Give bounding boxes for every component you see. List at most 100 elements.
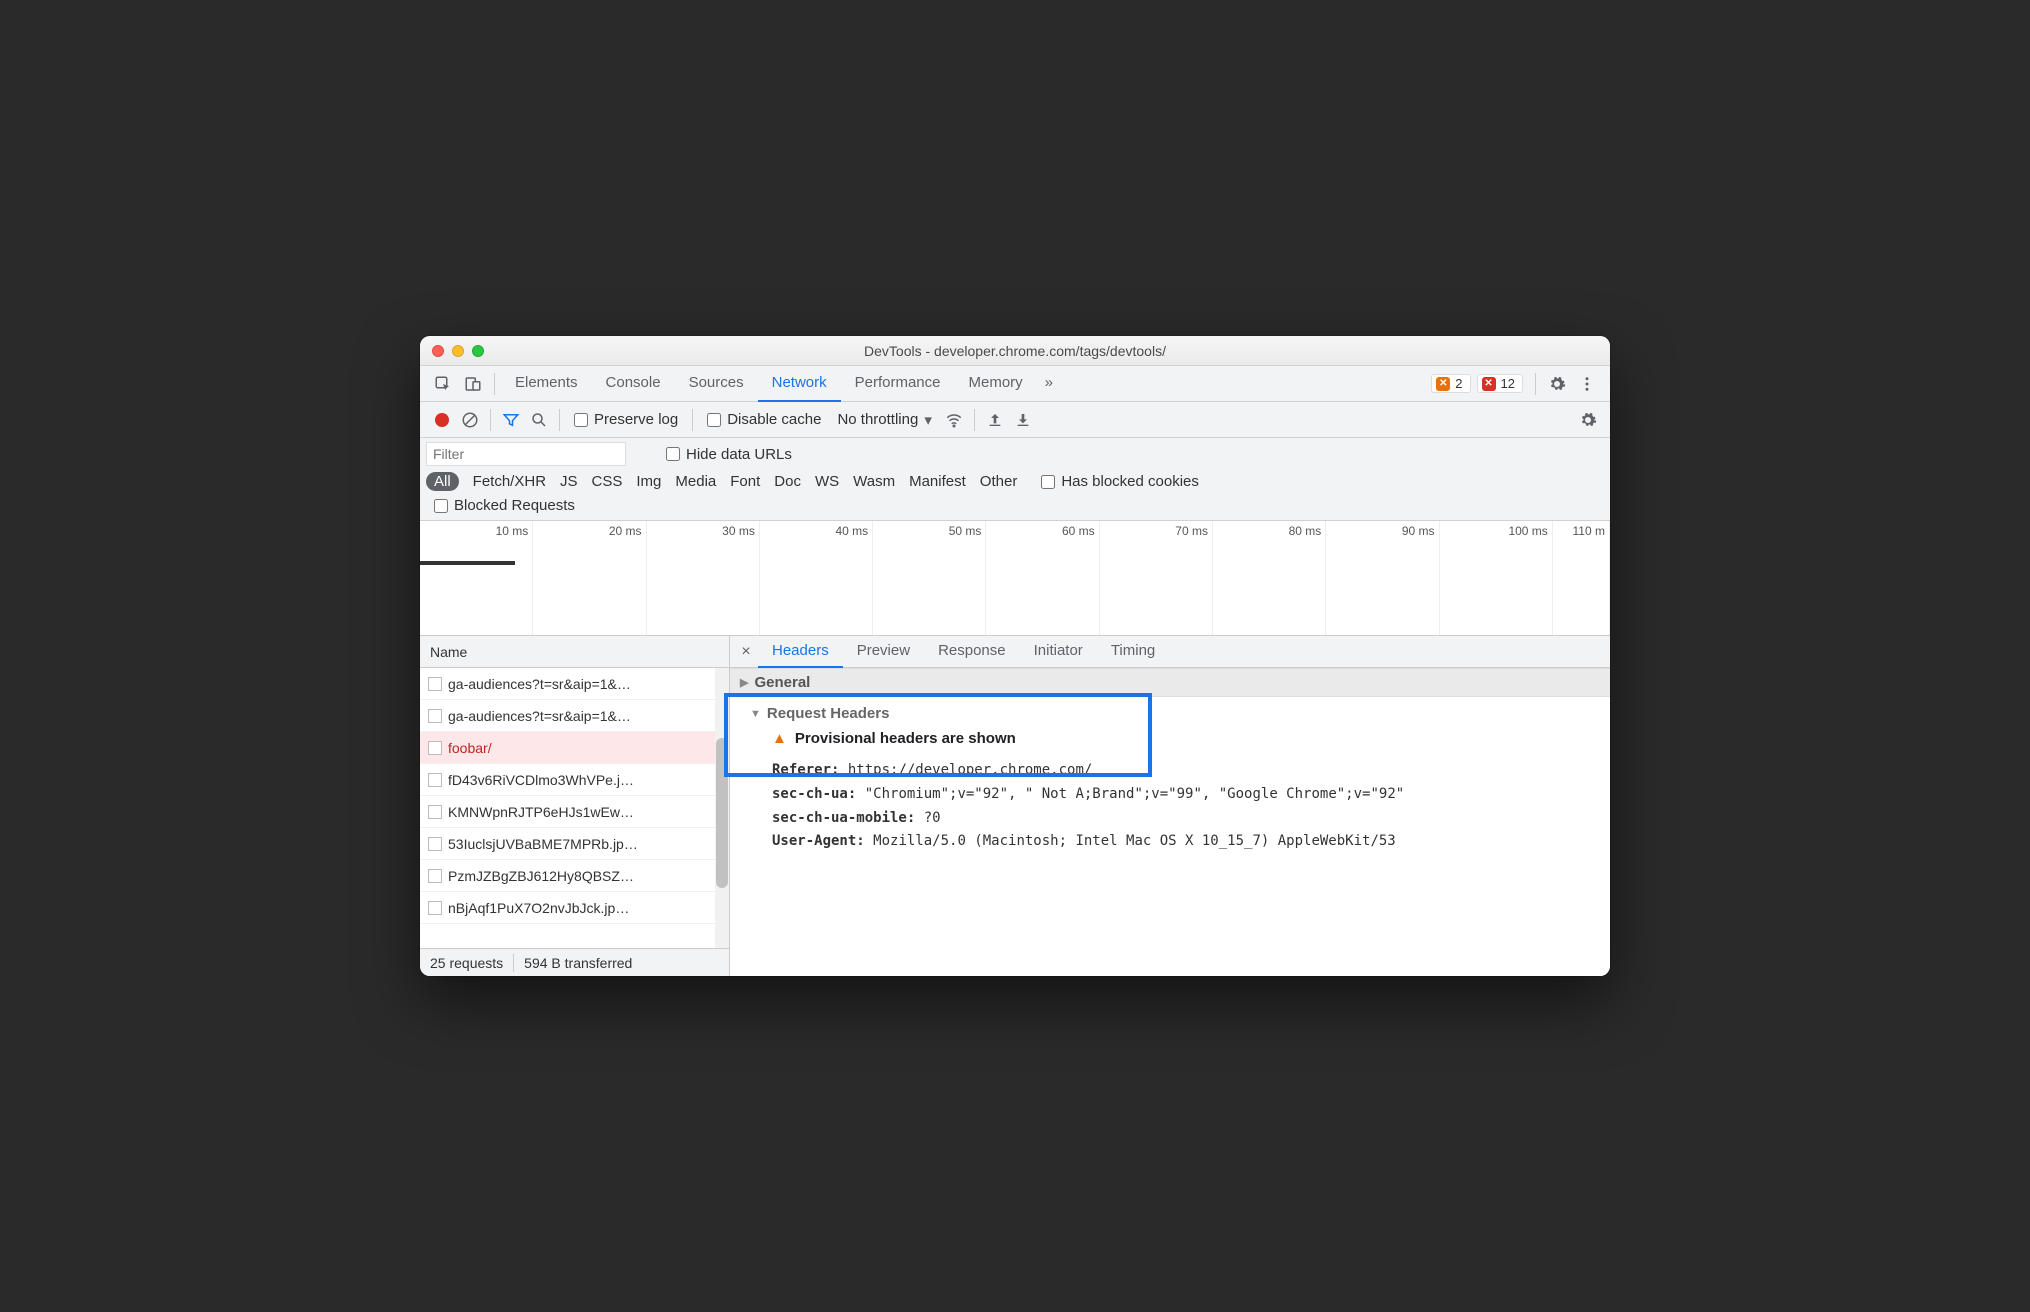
has-blocked-cookies-input[interactable] (1041, 475, 1055, 489)
record-button[interactable] (428, 406, 456, 434)
tick: 80 ms (1289, 524, 1322, 538)
table-row[interactable]: ga-audiences?t=sr&aip=1&… (420, 668, 729, 700)
details-tab-response[interactable]: Response (924, 636, 1020, 668)
preserve-log-input[interactable] (574, 413, 588, 427)
chip-css[interactable]: CSS (592, 473, 623, 490)
kebab-menu-icon[interactable] (1572, 370, 1602, 398)
chip-media[interactable]: Media (675, 473, 716, 490)
table-row[interactable]: 53IuclsjUVBaBME7MPRb.jp… (420, 828, 729, 860)
scrollbar-thumb[interactable] (716, 738, 728, 888)
tab-sources[interactable]: Sources (675, 366, 758, 402)
chip-other[interactable]: Other (980, 473, 1018, 490)
chip-wasm[interactable]: Wasm (853, 473, 895, 490)
disable-cache-label: Disable cache (727, 411, 821, 428)
chip-font[interactable]: Font (730, 473, 760, 490)
disable-cache-input[interactable] (707, 413, 721, 427)
blocked-requests-checkbox[interactable]: Blocked Requests (434, 497, 575, 514)
request-details-panel: × Headers Preview Response Initiator Tim… (730, 636, 1610, 976)
blocked-requests-label: Blocked Requests (454, 497, 575, 514)
request-name: ga-audiences?t=sr&aip=1&… (448, 676, 631, 692)
search-icon[interactable] (525, 406, 553, 434)
name-column-header[interactable]: Name (420, 636, 729, 668)
filter-input[interactable] (426, 442, 626, 466)
network-timeline[interactable]: 10 ms 20 ms 30 ms 40 ms 50 ms 60 ms 70 m… (420, 521, 1610, 636)
settings-gear-icon[interactable] (1542, 370, 1572, 398)
tick: 110 m (1572, 524, 1604, 538)
throttling-select[interactable]: No throttling ▾ (837, 411, 931, 429)
request-name: PzmJZBgZBJ612Hy8QBSZ… (448, 868, 634, 884)
details-tab-timing[interactable]: Timing (1097, 636, 1169, 668)
details-tab-preview[interactable]: Preview (843, 636, 924, 668)
filter-icon[interactable] (497, 406, 525, 434)
download-har-icon[interactable] (1009, 406, 1037, 434)
error-count: 2 (1455, 376, 1462, 391)
inspect-element-icon[interactable] (428, 370, 458, 398)
details-tab-initiator[interactable]: Initiator (1020, 636, 1097, 668)
table-row[interactable]: KMNWpnRJTP6eHJs1wEw… (420, 796, 729, 828)
tick: 60 ms (1062, 524, 1095, 538)
request-list[interactable]: ga-audiences?t=sr&aip=1&… ga-audiences?t… (420, 668, 729, 948)
error-count-badge[interactable]: ✕ 2 (1431, 374, 1470, 393)
window-titlebar: DevTools - developer.chrome.com/tags/dev… (420, 336, 1610, 366)
disable-cache-checkbox[interactable]: Disable cache (707, 411, 821, 428)
throttling-value: No throttling (837, 411, 918, 428)
tab-memory[interactable]: Memory (955, 366, 1037, 402)
table-row[interactable]: nBjAqf1PuX7O2nvJbJck.jp… (420, 892, 729, 924)
chip-all[interactable]: All (426, 472, 459, 491)
tab-performance[interactable]: Performance (841, 366, 955, 402)
request-name: 53IuclsjUVBaBME7MPRb.jp… (448, 836, 638, 852)
preserve-log-label: Preserve log (594, 411, 678, 428)
chip-img[interactable]: Img (636, 473, 661, 490)
table-row[interactable]: fD43v6RiVCDlmo3WhVPe.j… (420, 764, 729, 796)
hide-data-urls-input[interactable] (666, 447, 680, 461)
details-tab-headers[interactable]: Headers (758, 636, 843, 668)
upload-har-icon[interactable] (981, 406, 1009, 434)
chip-manifest[interactable]: Manifest (909, 473, 966, 490)
file-icon (428, 773, 442, 787)
request-name: KMNWpnRJTP6eHJs1wEw… (448, 804, 634, 820)
hide-data-urls-checkbox[interactable]: Hide data URLs (666, 446, 792, 463)
chevron-down-icon: ▾ (924, 411, 932, 429)
warning-icon: ▲ (772, 730, 787, 747)
clear-icon[interactable] (456, 406, 484, 434)
table-row[interactable]: PzmJZBgZBJ612Hy8QBSZ… (420, 860, 729, 892)
header-key: sec-ch-ua: (772, 786, 856, 802)
tabs-overflow[interactable]: » (1037, 366, 1061, 402)
network-status-bar: 25 requests 594 B transferred (420, 948, 729, 976)
header-row: sec-ch-ua-mobile: ?0 (772, 807, 1600, 831)
chip-ws[interactable]: WS (815, 473, 839, 490)
request-name: foobar/ (448, 740, 492, 756)
preserve-log-checkbox[interactable]: Preserve log (574, 411, 678, 428)
network-conditions-icon[interactable] (940, 406, 968, 434)
status-requests: 25 requests (430, 955, 503, 971)
tab-network[interactable]: Network (758, 366, 841, 402)
issues-count-badge[interactable]: ✕ 12 (1477, 374, 1523, 393)
table-row[interactable]: ga-audiences?t=sr&aip=1&… (420, 700, 729, 732)
tab-elements[interactable]: Elements (501, 366, 592, 402)
close-details-icon[interactable]: × (734, 643, 758, 661)
chip-doc[interactable]: Doc (774, 473, 801, 490)
section-request-headers[interactable]: ▼ Request Headers (750, 705, 1600, 722)
file-icon (428, 869, 442, 883)
tick: 100 ms (1508, 524, 1547, 538)
network-settings-gear-icon[interactable] (1574, 406, 1602, 434)
table-row-selected[interactable]: foobar/ (420, 732, 729, 764)
header-row: sec-ch-ua: "Chromium";v="92", " Not A;Br… (772, 783, 1600, 807)
chip-fetch-xhr[interactable]: Fetch/XHR (473, 473, 546, 490)
file-icon (428, 805, 442, 819)
header-value: Mozilla/5.0 (Macintosh; Intel Mac OS X 1… (873, 833, 1396, 849)
tick: 90 ms (1402, 524, 1435, 538)
section-general[interactable]: ▶ General (730, 668, 1610, 697)
divider (692, 409, 693, 431)
chip-js[interactable]: JS (560, 473, 578, 490)
has-blocked-cookies-checkbox[interactable]: Has blocked cookies (1041, 473, 1199, 490)
request-headers-body: ▼ Request Headers ▲ Provisional headers … (730, 697, 1610, 864)
disclosure-triangle-icon: ▼ (750, 708, 761, 720)
header-value: ?0 (924, 810, 941, 826)
device-toolbar-icon[interactable] (458, 370, 488, 398)
request-name: fD43v6RiVCDlmo3WhVPe.j… (448, 772, 634, 788)
tab-console[interactable]: Console (592, 366, 675, 402)
blocked-requests-input[interactable] (434, 499, 448, 513)
file-icon (428, 837, 442, 851)
header-value: https://developer.chrome.com/ (848, 762, 1092, 778)
